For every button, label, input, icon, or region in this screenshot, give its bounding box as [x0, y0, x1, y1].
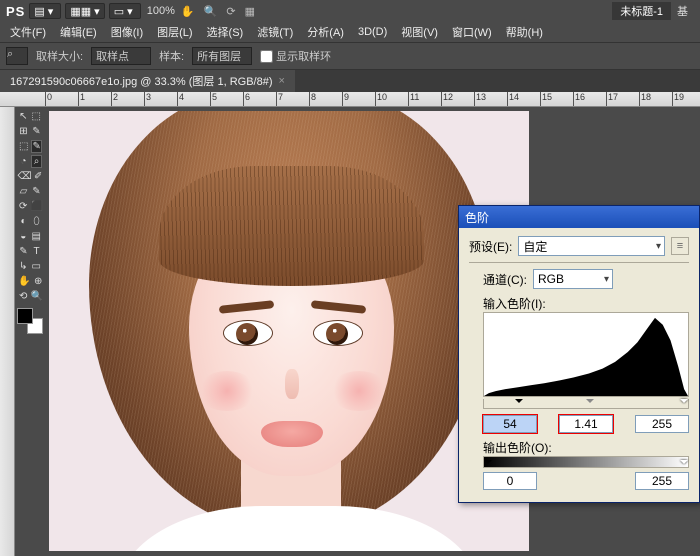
- tool-5-1[interactable]: ✎: [31, 185, 42, 198]
- tab-label: 167291590c06667e1o.jpg @ 33.3% (图层 1, RG…: [10, 73, 273, 89]
- output-white-handle[interactable]: [680, 460, 688, 468]
- channel-label: 通道(C):: [483, 271, 527, 288]
- hand-icon[interactable]: ✋: [181, 6, 195, 18]
- tool-4-1[interactable]: ✐: [33, 170, 43, 183]
- menubar: 文件(F) 编辑(E) 图像(I) 图层(L) 选择(S) 滤镜(T) 分析(A…: [0, 22, 700, 42]
- menu-image[interactable]: 图像(I): [105, 24, 149, 40]
- output-black-field[interactable]: 0: [483, 472, 537, 490]
- portrait-fringe: [159, 166, 424, 286]
- tool-7-0[interactable]: ◐: [18, 215, 29, 228]
- tool-5-0[interactable]: ▱: [18, 185, 29, 198]
- tool-8-0[interactable]: ◒: [18, 230, 29, 243]
- menu-help[interactable]: 帮助(H): [500, 24, 549, 40]
- dialog-titlebar[interactable]: 色阶: [459, 206, 699, 228]
- quick-icons: ✋ 🔍 ⟳ ▦: [175, 5, 255, 18]
- portrait-nose: [285, 369, 299, 399]
- input-white-field[interactable]: 255: [635, 415, 689, 433]
- tool-12-1[interactable]: 🔍: [30, 290, 43, 303]
- document-tab[interactable]: 167291590c06667e1o.jpg @ 33.3% (图层 1, RG…: [0, 70, 295, 92]
- menu-file[interactable]: 文件(F): [4, 24, 52, 40]
- tool-2-0[interactable]: ⬚: [18, 140, 29, 153]
- menu-analysis[interactable]: 分析(A): [301, 24, 350, 40]
- portrait-blush-left: [197, 371, 257, 411]
- document-title: 未标题-1: [612, 2, 671, 20]
- fg-bg-swatch[interactable]: [17, 308, 43, 334]
- sample-label: 样本:: [159, 48, 184, 64]
- tool-0-1[interactable]: ⬚: [31, 110, 42, 123]
- menu-layer[interactable]: 图层(L): [151, 24, 198, 40]
- toolbox: ↖⬚⊞✎⬚✎◔⌕⌫✐▱✎⟳⬛◐⬯◒▤✎T↳▭✋⊕⟲🔍: [15, 107, 45, 556]
- output-black-handle[interactable]: [484, 460, 492, 468]
- menu-3d[interactable]: 3D(D): [352, 26, 393, 38]
- close-icon[interactable]: ×: [279, 75, 285, 87]
- options-bar: ⌕ 取样大小: 取样点 样本: 所有图层 显示取样环: [0, 42, 700, 70]
- tool-6-1[interactable]: ⬛: [30, 200, 43, 213]
- tool-1-0[interactable]: ⊞: [18, 125, 29, 138]
- rotate-icon[interactable]: ⟳: [226, 6, 235, 18]
- menu-view[interactable]: 视图(V): [395, 24, 444, 40]
- ruler-horizontal: 012345678910111213141516171819: [0, 92, 700, 107]
- eyedropper-icon[interactable]: ⌕: [6, 47, 28, 65]
- input-slider[interactable]: [483, 399, 689, 409]
- tool-8-1[interactable]: ▤: [31, 230, 42, 243]
- input-gamma-field[interactable]: 1.41: [559, 415, 613, 433]
- menu-filter[interactable]: 滤镜(T): [251, 24, 299, 40]
- tool-2-1[interactable]: ✎: [31, 140, 42, 153]
- sample-size-label: 取样大小:: [36, 48, 83, 64]
- topbar: PS ▤ ▾ ▦▦ ▾ ▭ ▾ 100% ✋ 🔍 ⟳ ▦ 未标题-1 基: [0, 0, 700, 22]
- portrait-shirt: [119, 506, 479, 551]
- tool-3-0[interactable]: ◔: [18, 155, 29, 168]
- tool-11-0[interactable]: ✋: [18, 275, 31, 288]
- menu-window[interactable]: 窗口(W): [446, 24, 498, 40]
- arrange-drop[interactable]: ▦▦ ▾: [65, 3, 104, 19]
- zoom-level[interactable]: 100%: [147, 5, 175, 17]
- portrait-lips: [261, 421, 323, 447]
- ruler-vertical: [0, 107, 15, 556]
- tool-0-0[interactable]: ↖: [18, 110, 29, 123]
- tool-1-1[interactable]: ✎: [31, 125, 42, 138]
- tool-9-0[interactable]: ✎: [18, 245, 29, 258]
- sample-drop[interactable]: 所有图层: [192, 47, 252, 65]
- tool-10-0[interactable]: ↳: [18, 260, 29, 273]
- tool-11-1[interactable]: ⊕: [33, 275, 43, 288]
- tool-4-0[interactable]: ⌫: [18, 170, 31, 183]
- black-point-handle[interactable]: [515, 399, 523, 407]
- input-levels-label: 输入色阶(I):: [483, 295, 689, 312]
- preset-label: 预设(E):: [469, 238, 512, 255]
- portrait-blush-right: [329, 371, 389, 411]
- tool-7-1[interactable]: ⬯: [31, 215, 42, 228]
- doc-title-suffix: 基: [671, 3, 694, 19]
- portrait-eye-right: [314, 321, 362, 345]
- tool-10-1[interactable]: ▭: [31, 260, 42, 273]
- histogram: [483, 312, 689, 397]
- portrait-eye-left: [224, 321, 272, 345]
- input-black-field[interactable]: 54: [483, 415, 537, 433]
- show-ring-checkbox[interactable]: 显示取样环: [260, 48, 331, 64]
- sample-size-drop[interactable]: 取样点: [91, 47, 151, 65]
- menu-select[interactable]: 选择(S): [201, 24, 250, 40]
- white-point-handle[interactable]: [680, 399, 688, 407]
- ps-logo: PS: [6, 4, 25, 19]
- levels-dialog[interactable]: 色阶 预设(E): 自定 ≡ 通道(C): RGB 输入色阶(I): 54 1.…: [458, 205, 700, 503]
- workspace-drop[interactable]: ▤ ▾: [29, 3, 61, 19]
- output-levels-label: 输出色阶(O):: [483, 439, 689, 456]
- tool-12-0[interactable]: ⟲: [18, 290, 28, 303]
- zoom-icon[interactable]: 🔍: [204, 6, 218, 18]
- menu-edit[interactable]: 编辑(E): [54, 24, 103, 40]
- canvas[interactable]: [49, 111, 529, 551]
- gamma-handle[interactable]: [586, 399, 594, 407]
- tool-6-0[interactable]: ⟳: [18, 200, 28, 213]
- preset-combo[interactable]: 自定: [518, 236, 665, 256]
- channel-combo[interactable]: RGB: [533, 269, 613, 289]
- tool-9-1[interactable]: T: [31, 245, 42, 258]
- output-white-field[interactable]: 255: [635, 472, 689, 490]
- output-slider[interactable]: [483, 456, 689, 468]
- screen-drop[interactable]: ▭ ▾: [109, 3, 141, 19]
- tabbar: 167291590c06667e1o.jpg @ 33.3% (图层 1, RG…: [0, 70, 700, 92]
- tool-3-1[interactable]: ⌕: [31, 155, 42, 168]
- grid-icon[interactable]: ▦: [245, 6, 255, 18]
- preset-menu-icon[interactable]: ≡: [671, 237, 689, 255]
